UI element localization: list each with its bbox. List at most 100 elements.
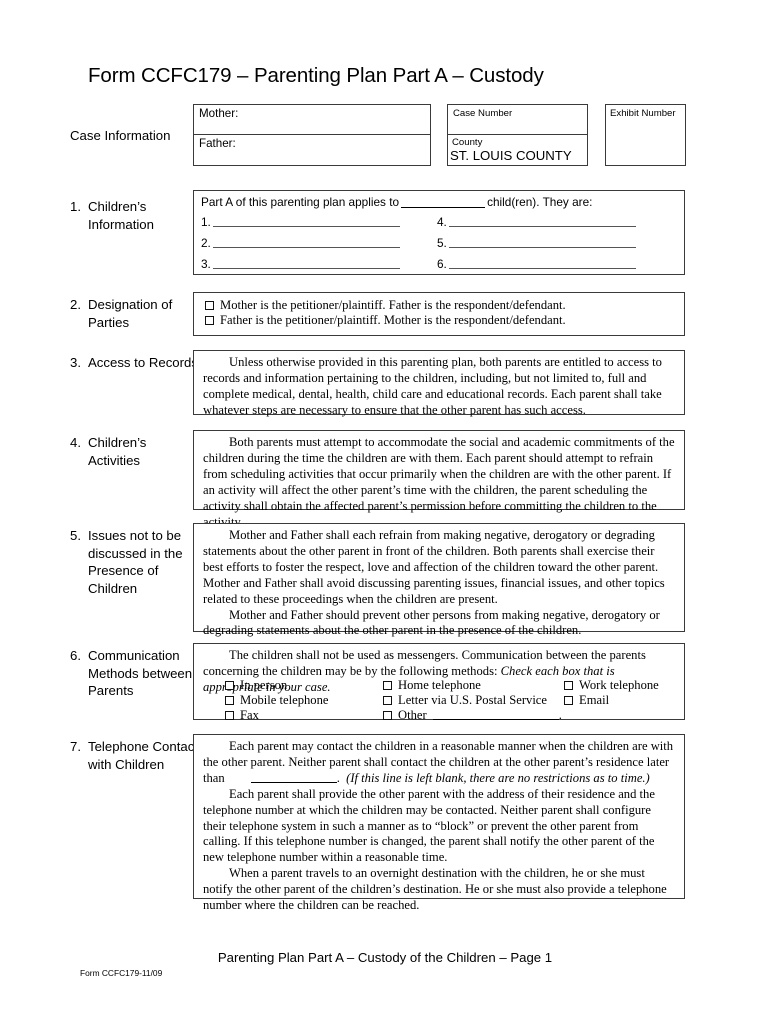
- method-fax[interactable]: Fax: [225, 708, 259, 723]
- section-4-label-text: Children’s Activities: [88, 435, 147, 468]
- method-postal-service[interactable]: Letter via U.S. Postal Service: [383, 693, 547, 708]
- section-2-number: 2.: [70, 297, 81, 312]
- section-1-number: 1.: [70, 199, 81, 214]
- child-number-3: 3.: [201, 257, 211, 271]
- children-count-line: Part A of this parenting plan applies to…: [201, 195, 592, 209]
- checkbox-other-icon[interactable]: [383, 711, 392, 720]
- section-6-number: 6.: [70, 648, 81, 663]
- telephone-paragraph-2: Each parent shall provide the other pare…: [203, 786, 655, 865]
- communication-methods-grid: In person Mobile telephone Fax Home tele…: [203, 678, 677, 724]
- section-3-box: Unless otherwise provided in this parent…: [193, 350, 685, 417]
- county-label: County: [452, 137, 483, 148]
- checkbox-fax-icon[interactable]: [225, 711, 234, 720]
- method-home-telephone-label: Home telephone: [398, 678, 481, 692]
- other-method-blank[interactable]: [432, 719, 559, 720]
- issues-paragraph-2: Mother and Father should prevent other p…: [203, 607, 660, 638]
- designation-option-1-label: Mother is the petitioner/plaintiff. Fath…: [220, 298, 566, 312]
- designation-options: Mother is the petitioner/plaintiff. Fath…: [205, 298, 566, 328]
- child-entry-1: 1.: [201, 215, 400, 229]
- method-postal-service-label: Letter via U.S. Postal Service: [398, 693, 547, 707]
- county-value: ST. LOUIS COUNTY: [450, 148, 572, 163]
- method-home-telephone[interactable]: Home telephone: [383, 678, 481, 693]
- section-5-label: 5. Issues not to be discussed in the Pre…: [70, 527, 198, 597]
- section-3-label: 3. Access to Records: [70, 354, 198, 372]
- checkbox-email-icon[interactable]: [564, 696, 573, 705]
- issues-paragraph-1: Mother and Father shall each refrain fro…: [203, 528, 665, 606]
- telephone-paragraph-1: Each parent may contact the children in …: [203, 739, 676, 787]
- checkbox-in-person-icon[interactable]: [225, 681, 234, 690]
- section-6-label-text: Communication Methods between Parents: [88, 648, 193, 698]
- checkbox-father-petitioner-icon[interactable]: [205, 316, 214, 326]
- checkbox-mother-petitioner-icon[interactable]: [205, 301, 214, 310]
- access-to-records-text: Unless otherwise provided in this parent…: [203, 355, 676, 419]
- mother-label: Mother:: [199, 107, 239, 120]
- method-mobile-telephone[interactable]: Mobile telephone: [225, 693, 328, 708]
- mother-field[interactable]: Mother:: [194, 105, 430, 135]
- case-number-field[interactable]: Case Number: [448, 105, 587, 135]
- section-2-label-text: Designation of Parties: [88, 297, 173, 330]
- footer-form-id: Form CCFC179-11/09: [80, 968, 163, 978]
- checkbox-home-telephone-icon[interactable]: [383, 681, 392, 690]
- method-in-person[interactable]: In person: [225, 678, 287, 693]
- method-work-telephone[interactable]: Work telephone: [564, 678, 659, 693]
- children-count-blank[interactable]: [401, 207, 486, 208]
- section-6-box: The children shall not be used as messen…: [193, 643, 685, 722]
- child-name-blank-3[interactable]: [212, 268, 400, 269]
- method-work-telephone-label: Work telephone: [579, 678, 659, 692]
- telephone-para1-italic: (If this line is left blank, there are n…: [346, 770, 650, 785]
- method-other[interactable]: Other.: [383, 708, 562, 723]
- child-number-4: 4.: [437, 215, 447, 229]
- child-name-blank-4[interactable]: [448, 226, 636, 227]
- child-entry-3: 3.: [201, 257, 400, 271]
- section-3-number: 3.: [70, 355, 81, 370]
- children-lead-before: Part A of this parenting plan applies to: [201, 195, 400, 209]
- child-name-blank-5[interactable]: [448, 247, 636, 248]
- county-field[interactable]: County ST. LOUIS COUNTY: [448, 135, 587, 165]
- section-5-label-text: Issues not to be discussed in the Presen…: [88, 528, 183, 596]
- section-5-number: 5.: [70, 528, 81, 543]
- other-method-suffix: .: [558, 708, 562, 722]
- checkbox-mobile-telephone-icon[interactable]: [225, 696, 234, 705]
- method-email[interactable]: Email: [564, 693, 609, 708]
- children-activities-text: Both parents must attempt to accommodate…: [203, 435, 676, 530]
- section-6-label: 6. Communication Methods between Parents: [70, 647, 198, 700]
- checkbox-postal-service-icon[interactable]: [383, 696, 392, 705]
- telephone-para1-after: .: [336, 770, 340, 785]
- section-2-box: Mother is the petitioner/plaintiff. Fath…: [193, 292, 685, 336]
- section-5-box: Mother and Father shall each refrain fro…: [193, 523, 685, 637]
- method-email-label: Email: [579, 693, 610, 707]
- designation-option-2[interactable]: Father is the petitioner/plaintiff. Moth…: [205, 313, 566, 328]
- case-number-label: Case Number: [453, 108, 513, 119]
- telephone-contact-text: Each parent may contact the children in …: [203, 739, 676, 914]
- method-fax-label: Fax: [240, 708, 259, 722]
- child-name-blank-6[interactable]: [448, 268, 636, 269]
- child-name-blank-2[interactable]: [212, 247, 400, 248]
- method-in-person-label: In person: [240, 678, 288, 692]
- children-lead-after: child(ren). They are:: [487, 195, 593, 209]
- issues-not-discussed-text: Mother and Father shall each refrain fro…: [203, 528, 676, 639]
- child-entry-5: 5.: [437, 236, 636, 250]
- footer-page-title: Parenting Plan Part A – Custody of the C…: [217, 950, 553, 965]
- access-to-records-paragraph: Unless otherwise provided in this parent…: [203, 355, 662, 417]
- method-other-label: Other: [398, 708, 427, 722]
- child-entry-6: 6.: [437, 257, 636, 271]
- child-name-blank-1[interactable]: [212, 226, 400, 227]
- section-7-label: 7. Telephone Contact with Children: [70, 738, 198, 773]
- section-4-box: Both parents must attempt to accommodate…: [193, 430, 685, 529]
- checkbox-work-telephone-icon[interactable]: [564, 681, 573, 690]
- method-mobile-telephone-label: Mobile telephone: [240, 693, 329, 707]
- father-field[interactable]: Father:: [194, 135, 430, 165]
- children-activities-paragraph: Both parents must attempt to accommodate…: [203, 435, 675, 529]
- father-label: Father:: [199, 137, 236, 150]
- designation-option-1[interactable]: Mother is the petitioner/plaintiff. Fath…: [205, 298, 566, 313]
- section-7-label-text: Telephone Contact with Children: [88, 739, 198, 772]
- child-number-2: 2.: [201, 236, 211, 250]
- exhibit-number-box[interactable]: Exhibit Number: [605, 104, 686, 166]
- child-number-1: 1.: [201, 215, 211, 229]
- telephone-time-blank[interactable]: [250, 781, 337, 783]
- section-3-label-text: Access to Records: [88, 355, 198, 370]
- section-4-label: 4. Children’s Activities: [70, 434, 198, 469]
- designation-option-2-label: Father is the petitioner/plaintiff. Moth…: [220, 313, 566, 328]
- section-7-number: 7.: [70, 739, 81, 754]
- form-page: Form CCFC179 – Parenting Plan Part A – C…: [0, 0, 770, 1024]
